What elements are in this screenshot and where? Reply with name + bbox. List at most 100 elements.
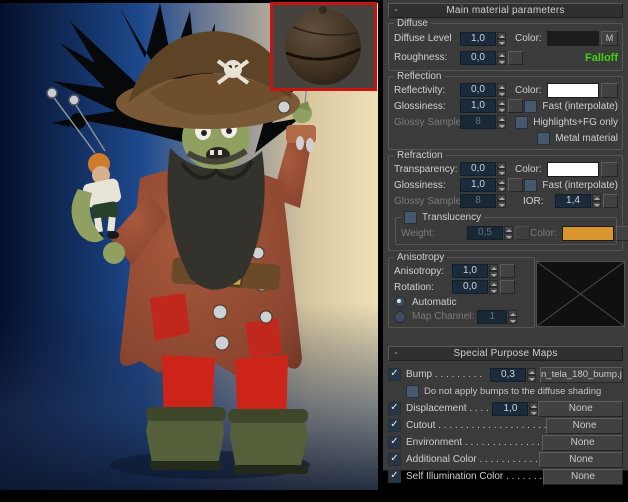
reflection-glossiness-spinner[interactable] bbox=[497, 99, 506, 113]
bump-amount-field[interactable]: 0,3 bbox=[490, 368, 526, 382]
material-preview-sphere bbox=[273, 5, 374, 88]
displacement-amount-field[interactable]: 1,0 bbox=[492, 402, 528, 416]
roughness-spinner[interactable] bbox=[497, 51, 506, 65]
displacement-checkbox[interactable] bbox=[388, 402, 401, 415]
transparency-spinner[interactable] bbox=[497, 162, 506, 176]
bump-map-button[interactable]: n_tela_180_bump.jpg) bbox=[540, 367, 623, 383]
reflectivity-spinner[interactable] bbox=[497, 83, 506, 97]
refraction-color-swatch[interactable] bbox=[547, 162, 599, 177]
material-preview[interactable] bbox=[270, 2, 377, 91]
fast-interpolate-label: Fast (interpolate) bbox=[542, 101, 618, 112]
anisotropy-map-button[interactable] bbox=[500, 264, 515, 278]
map-channel-spinner bbox=[508, 310, 517, 324]
fast-interpolate-checkbox[interactable] bbox=[524, 100, 537, 113]
bump-checkbox[interactable] bbox=[388, 368, 401, 381]
reflectivity-field[interactable]: 0,0 bbox=[460, 83, 496, 97]
rotation-spinner[interactable] bbox=[489, 280, 498, 294]
weight-label: Weight: bbox=[401, 228, 467, 239]
additional-color-map-button[interactable]: None bbox=[539, 452, 623, 468]
map-channel-radio[interactable] bbox=[394, 311, 406, 323]
anisotropy-group-label: Anisotropy bbox=[394, 252, 447, 263]
translucency-color-swatch[interactable] bbox=[562, 226, 614, 241]
collapse-icon[interactable]: - bbox=[389, 5, 403, 16]
displacement-amount-spinner[interactable] bbox=[529, 402, 538, 416]
diffuse-level-label: Diffuse Level bbox=[394, 33, 460, 44]
reflection-group: Reflection Reflectivity: 0,0 Color: Glos… bbox=[388, 76, 623, 150]
diffuse-color-swatch[interactable] bbox=[547, 31, 599, 46]
refraction-glossiness-label: Glossiness: bbox=[394, 180, 460, 191]
metal-material-label: Metal material bbox=[555, 133, 618, 144]
reflection-color-swatch[interactable] bbox=[547, 83, 599, 98]
highlights-fg-only-checkbox[interactable] bbox=[515, 116, 528, 129]
anisotropy-section: Anisotropy Anisotropy: 1,0 Rotation: 0,0… bbox=[388, 257, 623, 339]
refraction-glossy-samples-spinner bbox=[497, 194, 506, 208]
special-purpose-maps: Bump . . . . . . . . . 0,3 n_tela_180_bu… bbox=[386, 364, 625, 485]
environment-map-button[interactable]: None bbox=[542, 435, 623, 451]
automatic-radio[interactable] bbox=[394, 296, 406, 308]
rollout-main-material-parameters[interactable]: - Main material parameters bbox=[388, 3, 623, 18]
cutout-checkbox[interactable] bbox=[388, 419, 401, 432]
material-editor-panel: - Main material parameters Diffuse Diffu… bbox=[383, 0, 628, 471]
translucency-label: Translucency bbox=[422, 212, 481, 223]
ior-field[interactable]: 1,4 bbox=[555, 194, 591, 208]
falloff-label: Falloff bbox=[585, 52, 618, 64]
diffuse-map-button[interactable]: M bbox=[601, 31, 618, 46]
reflection-color-label: Color: bbox=[515, 85, 547, 96]
self-illumination-checkbox[interactable] bbox=[388, 470, 401, 483]
rotation-map-button[interactable] bbox=[500, 280, 515, 294]
reflection-glossy-samples-spinner bbox=[497, 115, 506, 129]
anisotropy-preview-graph bbox=[537, 262, 624, 326]
bump-amount-spinner[interactable] bbox=[527, 368, 536, 382]
roughness-field[interactable]: 0,0 bbox=[460, 51, 496, 65]
refraction-fast-interpolate-checkbox[interactable] bbox=[524, 179, 537, 192]
additional-color-label: Additional Color . . . . . . . . . . . . bbox=[406, 454, 539, 465]
metal-material-checkbox[interactable] bbox=[537, 132, 550, 145]
automatic-label: Automatic bbox=[412, 297, 456, 308]
anisotropy-group: Anisotropy Anisotropy: 1,0 Rotation: 0,0… bbox=[388, 257, 535, 328]
anisotropy-field[interactable]: 1,0 bbox=[452, 264, 488, 278]
ior-label: IOR: bbox=[523, 196, 555, 207]
highlights-fg-only-label: Highlights+FG only bbox=[533, 117, 618, 128]
ior-map-button[interactable] bbox=[603, 194, 618, 208]
refraction-color-map-button[interactable] bbox=[601, 162, 618, 177]
reflectivity-label: Reflectivity: bbox=[394, 85, 460, 96]
reflection-color-map-button[interactable] bbox=[601, 83, 618, 98]
cutout-label: Cutout . . . . . . . . . . . . . . . . .… bbox=[406, 420, 546, 431]
weight-spinner bbox=[504, 226, 513, 240]
refraction-glossiness-map-button[interactable] bbox=[508, 178, 523, 192]
rollout-special-purpose-maps[interactable]: - Special Purpose Maps bbox=[388, 346, 623, 361]
roughness-map-button[interactable] bbox=[508, 51, 523, 65]
collapse-icon[interactable]: - bbox=[389, 348, 403, 359]
translucency-group: Translucency Weight: 0,5 Color: bbox=[395, 217, 617, 245]
diffuse-level-field[interactable]: 1,0 bbox=[460, 32, 496, 46]
map-channel-field: 1 bbox=[477, 310, 507, 324]
transparency-field[interactable]: 0,0 bbox=[460, 162, 496, 176]
environment-checkbox[interactable] bbox=[388, 436, 401, 449]
cutout-map-button[interactable]: None bbox=[546, 418, 623, 434]
refraction-glossiness-field[interactable]: 1,0 bbox=[460, 178, 496, 192]
diffuse-group-label: Diffuse bbox=[394, 18, 431, 29]
no-diffuse-bump-checkbox[interactable] bbox=[406, 385, 419, 398]
refraction-glossy-samples-label: Glossy Samples: bbox=[394, 196, 460, 207]
rotation-field[interactable]: 0,0 bbox=[452, 280, 488, 294]
rotation-label: Rotation: bbox=[394, 282, 452, 293]
ior-spinner[interactable] bbox=[592, 194, 601, 208]
anisotropy-label: Anisotropy: bbox=[394, 266, 452, 277]
diffuse-group: Diffuse Diffuse Level 1,0 Color: M Rough… bbox=[388, 23, 623, 71]
displacement-map-button[interactable]: None bbox=[538, 401, 623, 417]
additional-color-checkbox[interactable] bbox=[388, 453, 401, 466]
displacement-label: Displacement . . . . bbox=[406, 403, 492, 414]
refraction-glossiness-spinner[interactable] bbox=[497, 178, 506, 192]
reflection-glossy-samples-label: Glossy Samples: bbox=[394, 117, 460, 128]
diffuse-level-spinner[interactable] bbox=[497, 32, 506, 46]
anisotropy-spinner[interactable] bbox=[489, 264, 498, 278]
diffuse-color-label: Color: bbox=[515, 33, 547, 44]
reflection-glossiness-field[interactable]: 1,0 bbox=[460, 99, 496, 113]
reflection-glossiness-map-button[interactable] bbox=[508, 99, 523, 113]
translucency-color-map-button bbox=[616, 226, 628, 241]
reflection-glossy-samples-field: 8 bbox=[460, 115, 496, 129]
refraction-color-label: Color: bbox=[515, 164, 547, 175]
translucency-checkbox[interactable] bbox=[404, 211, 417, 224]
transparency-label: Transparency: bbox=[394, 164, 460, 175]
self-illumination-map-button[interactable]: None bbox=[543, 469, 623, 485]
